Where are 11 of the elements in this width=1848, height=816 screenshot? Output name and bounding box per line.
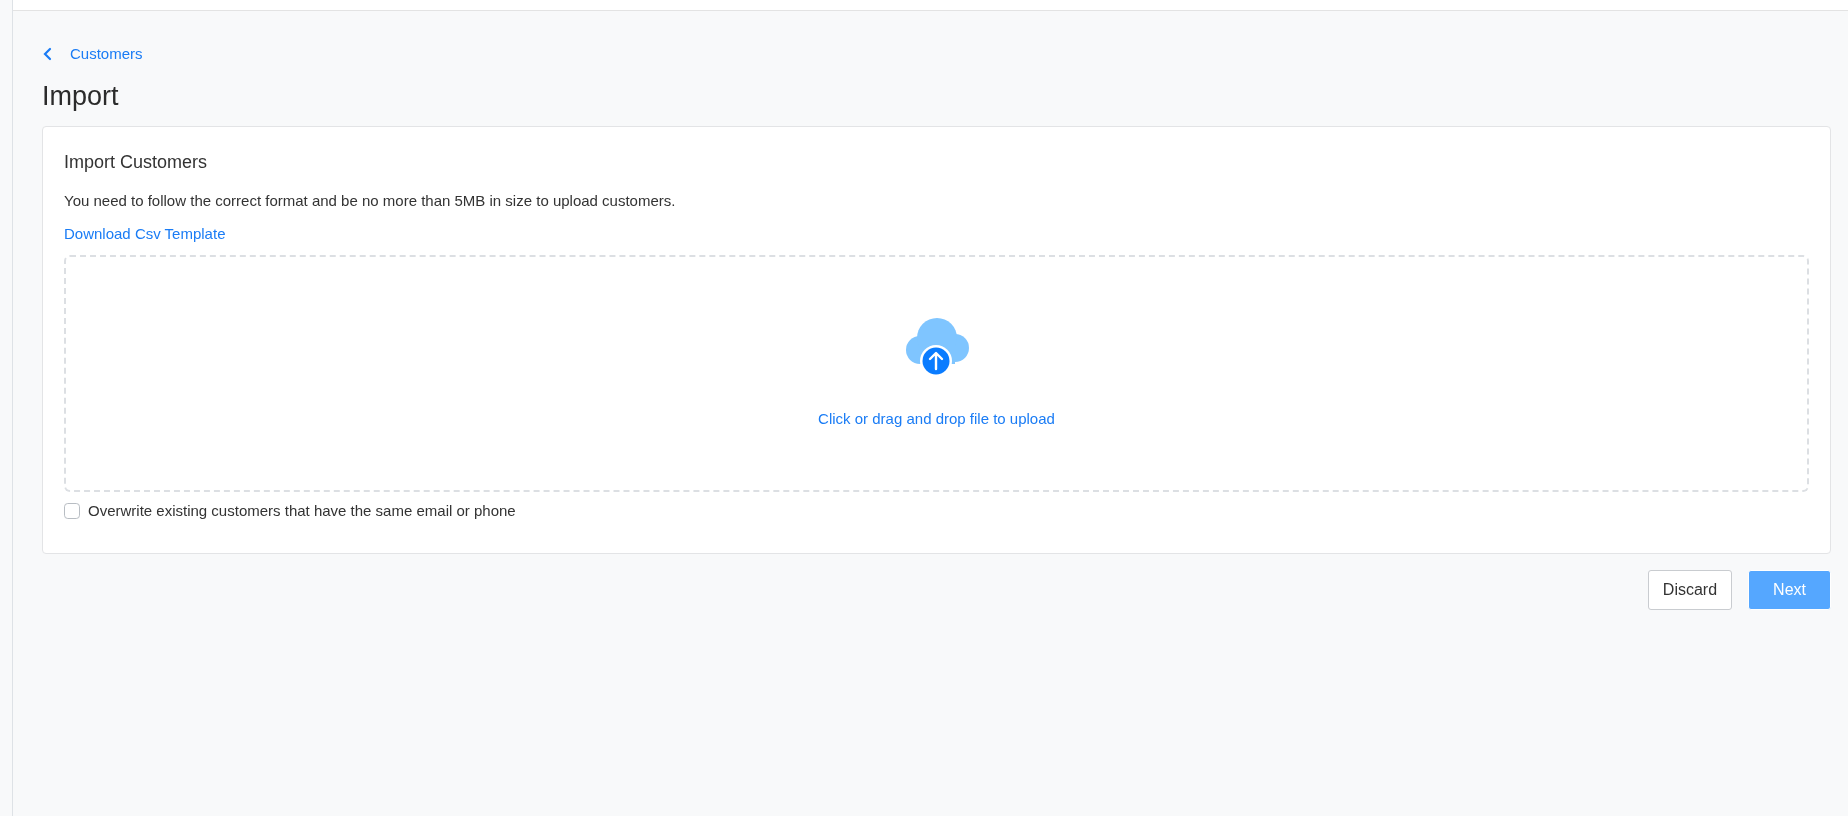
- overwrite-label: Overwrite existing customers that have the same email or phone: [88, 501, 516, 522]
- discard-button[interactable]: Discard: [1647, 569, 1733, 610]
- chevron-left-icon: [42, 47, 54, 62]
- overwrite-checkbox[interactable]: [64, 503, 80, 520]
- download-template-link[interactable]: Download Csv Template: [64, 224, 226, 242]
- dropzone-label: Click or drag and drop file to upload: [818, 409, 1055, 430]
- file-dropzone[interactable]: Click or drag and drop file to upload: [64, 255, 1809, 493]
- back-link[interactable]: Customers: [42, 43, 143, 66]
- description-text: You need to follow the correct format and be no more than 5MB in size to upload customers.: [64, 191, 677, 212]
- card-title: Import Customers: [64, 151, 209, 175]
- page-title: Import: [42, 79, 120, 113]
